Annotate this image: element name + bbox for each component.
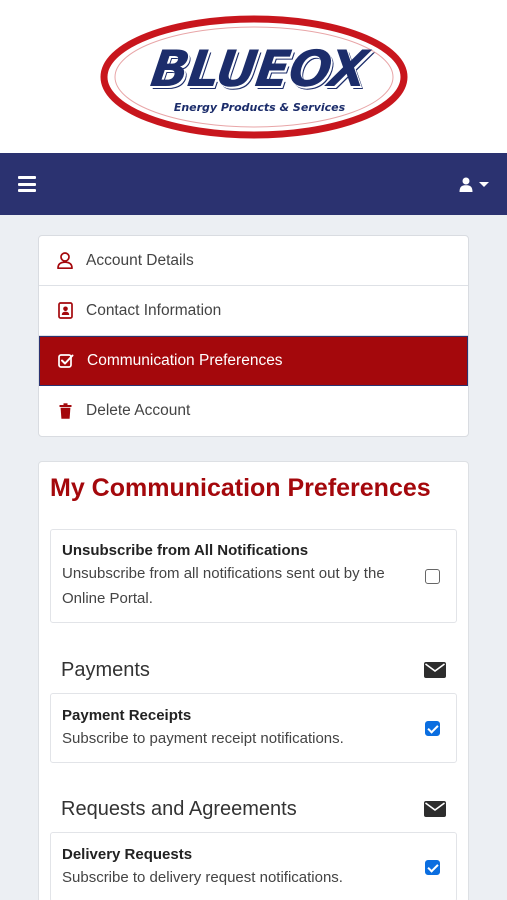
page-title: My Communication Preferences: [50, 474, 431, 502]
section-header-requests-agreements: Requests and Agreements: [50, 786, 457, 832]
logo-header: BLUEOX Energy Products & Services: [0, 0, 507, 153]
option-description: Subscribe to delivery request notificati…: [62, 868, 343, 886]
payment-receipts-option: Payment Receipts Subscribe to payment re…: [50, 693, 457, 763]
envelope-icon: [424, 662, 446, 678]
contact-card-icon: [55, 301, 75, 321]
menu-item-communication-preferences[interactable]: Communication Preferences: [39, 336, 468, 386]
menu-item-account-details[interactable]: Account Details: [39, 236, 468, 286]
main-content: Account Details Contact Information Comm…: [0, 215, 507, 900]
trash-icon: [55, 401, 75, 421]
brand-name: BLUEOX: [146, 39, 371, 98]
section-title: Payments: [61, 658, 150, 681]
user-menu-toggle[interactable]: [459, 177, 489, 192]
delivery-requests-checkbox[interactable]: [425, 859, 440, 875]
section-header-payments: Payments: [50, 647, 457, 693]
section-title: Requests and Agreements: [61, 797, 297, 820]
checkbox-icon: [56, 351, 76, 371]
option-title: Payment Receipts: [62, 706, 192, 724]
hamburger-icon[interactable]: [18, 176, 36, 192]
delivery-requests-option: Delivery Requests Subscribe to delivery …: [50, 832, 457, 900]
menu-item-label: Delete Account: [86, 402, 191, 419]
user-icon: [459, 177, 473, 192]
option-description: Unsubscribe from all notifications sent …: [62, 565, 385, 607]
chevron-down-icon: [479, 181, 489, 187]
brand-tagline: Energy Products & Services: [173, 100, 346, 114]
option-title: Unsubscribe from All Notifications: [62, 542, 309, 559]
preferences-card: My Communication Preferences Unsubscribe…: [38, 461, 469, 900]
top-navbar: [0, 153, 507, 215]
option-description: Subscribe to payment receipt notificatio…: [62, 729, 344, 747]
menu-item-label: Account Details: [86, 251, 194, 269]
menu-item-label: Communication Preferences: [87, 352, 283, 369]
option-title: Delivery Requests: [62, 845, 193, 863]
menu-item-delete-account[interactable]: Delete Account: [39, 386, 468, 436]
envelope-icon: [424, 801, 446, 817]
unsubscribe-all-checkbox[interactable]: [425, 568, 440, 584]
user-outline-icon: [55, 251, 75, 271]
account-menu: Account Details Contact Information Comm…: [38, 235, 469, 437]
menu-item-contact-information[interactable]: Contact Information: [39, 286, 468, 336]
menu-item-label: Contact Information: [86, 301, 222, 319]
unsubscribe-all-option: Unsubscribe from All Notifications Unsub…: [50, 529, 457, 623]
payment-receipts-checkbox[interactable]: [425, 720, 440, 736]
brand-logo[interactable]: BLUEOX Energy Products & Services: [100, 15, 408, 139]
